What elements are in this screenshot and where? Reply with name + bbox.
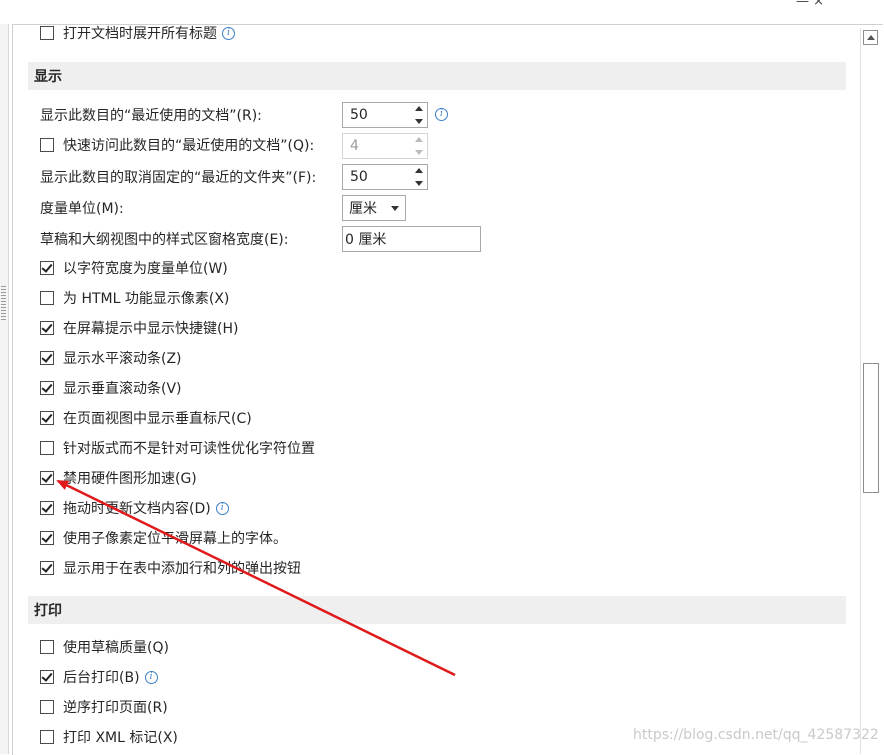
watermark-text: https://blog.csdn.net/qq_42587322 (633, 727, 879, 743)
arrow-line (56, 479, 456, 677)
annotation-arrow (56, 479, 456, 677)
